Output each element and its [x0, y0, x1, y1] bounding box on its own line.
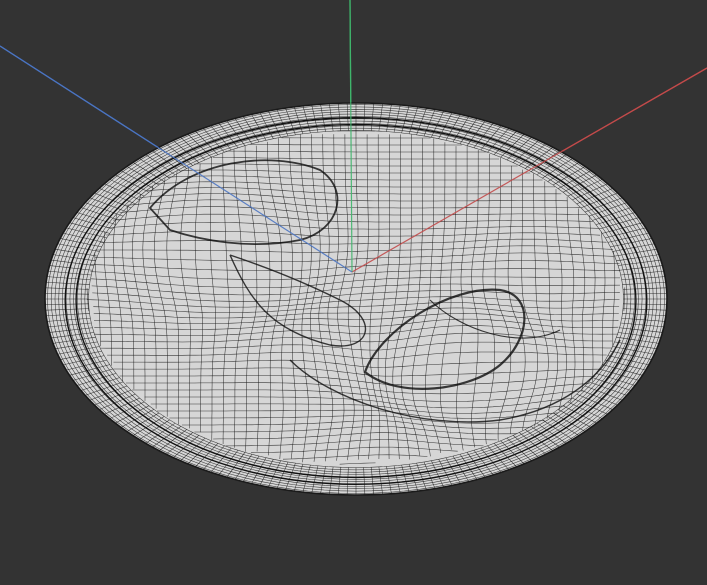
viewport-canvas[interactable]: [0, 0, 707, 585]
3d-viewport[interactable]: [0, 0, 707, 585]
